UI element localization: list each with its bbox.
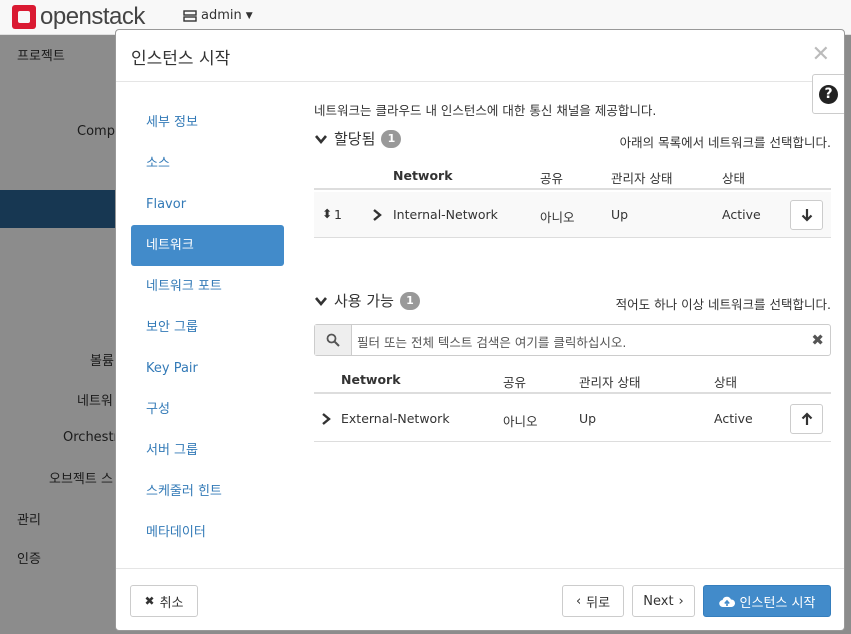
step-description: 네트워크는 클라우드 내 인스턴스에 대한 통신 채널을 제공합니다. bbox=[314, 103, 657, 118]
available-hint: 적어도 하나 이상 네트워크를 선택합니다. bbox=[615, 297, 831, 312]
search-field[interactable]: 필터 또는 전체 텍스트 검색은 여기를 클릭하십시오. ✖ bbox=[314, 324, 831, 356]
allocated-title-group: 할당됨 1 bbox=[314, 128, 402, 149]
help-button[interactable]: ? bbox=[812, 74, 844, 114]
available-table-header: Network 공유 관리자 상태 상태 bbox=[314, 364, 831, 394]
openstack-logo[interactable]: openstack bbox=[12, 3, 145, 30]
drag-handle-icon[interactable]: ⬍ bbox=[322, 206, 332, 221]
arrow-up-icon bbox=[801, 412, 812, 425]
clear-search-icon[interactable]: ✖ bbox=[811, 331, 824, 349]
logo-text: openstack bbox=[40, 3, 145, 30]
project-selector[interactable]: admin ▼ bbox=[183, 8, 253, 23]
nav-item-scheduler-hints[interactable]: 스케줄러 힌트 bbox=[131, 471, 284, 512]
available-title-group: 사용 가능 1 bbox=[314, 290, 420, 311]
modal-header: 인스턴스 시작 ✕ bbox=[116, 30, 844, 82]
search-addon bbox=[315, 325, 352, 355]
chevron-right-icon[interactable] bbox=[372, 208, 382, 222]
chevron-left-icon: ‹ bbox=[575, 593, 582, 609]
chevron-down-icon bbox=[315, 296, 327, 306]
back-button[interactable]: ‹ 뒤로 bbox=[562, 585, 624, 617]
row-status: Active bbox=[722, 207, 761, 222]
col-status[interactable]: 상태 bbox=[722, 168, 745, 187]
table-row: ⬍ 1 Internal-Network 아니오 Up Active bbox=[314, 192, 831, 238]
nav-item-key-pair[interactable]: Key Pair bbox=[131, 348, 284, 389]
row-admin-state: Up bbox=[579, 411, 597, 426]
available-title: 사용 가능 bbox=[334, 292, 394, 310]
allocated-hint: 아래의 목록에서 네트워크를 선택합니다. bbox=[619, 135, 831, 150]
row-network: Internal-Network bbox=[393, 207, 498, 222]
nav-item-networks[interactable]: 네트워크 bbox=[131, 225, 284, 266]
col-admin-state[interactable]: 관리자 상태 bbox=[611, 168, 672, 187]
close-icon[interactable]: ✕ bbox=[812, 42, 830, 67]
arrow-down-icon bbox=[801, 209, 812, 222]
col-shared[interactable]: 공유 bbox=[503, 372, 526, 391]
modal-footer: ✖ 취소 ‹ 뒤로 Next › 인스턴스 시작 bbox=[116, 568, 844, 630]
table-row: External-Network 아니오 Up Active bbox=[314, 396, 831, 442]
nav-item-source[interactable]: 소스 bbox=[131, 143, 284, 184]
col-status[interactable]: 상태 bbox=[714, 372, 737, 391]
allocated-title: 할당됨 bbox=[334, 130, 376, 148]
allocated-count-badge: 1 bbox=[381, 129, 402, 148]
chevron-right-icon: › bbox=[678, 593, 684, 609]
row-admin-state: Up bbox=[611, 207, 629, 222]
nav-item-configuration[interactable]: 구성 bbox=[131, 389, 284, 430]
cancel-label: 취소 bbox=[159, 595, 184, 611]
row-status: Active bbox=[714, 411, 753, 426]
launch-label: 인스턴스 시작 bbox=[739, 595, 816, 611]
col-admin-state[interactable]: 관리자 상태 bbox=[579, 372, 640, 391]
available-section-header[interactable]: 사용 가능 1 적어도 하나 이상 네트워크를 선택합니다. bbox=[314, 290, 831, 314]
launch-instance-button[interactable]: 인스턴스 시작 bbox=[703, 585, 831, 617]
chevron-right-icon[interactable] bbox=[321, 412, 331, 426]
close-icon: ✖ bbox=[144, 594, 155, 608]
project-selector-label: admin bbox=[201, 8, 242, 23]
row-order: 1 bbox=[334, 207, 342, 222]
launch-instance-modal: 인스턴스 시작 ✕ ? 세부 정보 소스 Flavor 네트워크 네트워크 포트… bbox=[115, 29, 845, 631]
caret-down-icon: ▼ bbox=[245, 10, 253, 21]
cloud-upload-icon bbox=[718, 596, 735, 607]
col-shared[interactable]: 공유 bbox=[540, 168, 563, 187]
nav-item-server-groups[interactable]: 서버 그룹 bbox=[131, 430, 284, 471]
nav-item-details[interactable]: 세부 정보 bbox=[131, 102, 284, 143]
search-input[interactable]: 필터 또는 전체 텍스트 검색은 여기를 클릭하십시오. bbox=[357, 332, 626, 351]
available-count-badge: 1 bbox=[399, 291, 420, 310]
col-network[interactable]: Network bbox=[341, 372, 401, 387]
wizard-nav: 세부 정보 소스 Flavor 네트워크 네트워크 포트 보안 그룹 Key P… bbox=[131, 102, 284, 553]
next-label: Next bbox=[643, 593, 674, 609]
allocate-button[interactable] bbox=[790, 404, 823, 434]
nav-item-flavor[interactable]: Flavor bbox=[131, 184, 284, 225]
row-network: External-Network bbox=[341, 411, 450, 426]
openstack-logo-icon bbox=[12, 5, 36, 29]
search-icon bbox=[326, 333, 340, 347]
deallocate-button[interactable] bbox=[790, 200, 823, 230]
allocated-section-header[interactable]: 할당됨 1 아래의 목록에서 네트워크를 선택합니다. bbox=[314, 128, 831, 152]
modal-title: 인스턴스 시작 bbox=[131, 49, 231, 69]
next-button[interactable]: Next › bbox=[632, 585, 695, 617]
question-icon: ? bbox=[819, 84, 838, 104]
back-label: 뒤로 bbox=[586, 595, 611, 611]
col-network[interactable]: Network bbox=[393, 168, 453, 183]
nav-item-security-groups[interactable]: 보안 그룹 bbox=[131, 307, 284, 348]
cancel-button[interactable]: ✖ 취소 bbox=[130, 585, 198, 617]
nav-item-metadata[interactable]: 메타데이터 bbox=[131, 512, 284, 553]
row-shared: 아니오 bbox=[540, 210, 575, 225]
server-icon bbox=[183, 9, 197, 22]
row-shared: 아니오 bbox=[503, 414, 538, 429]
allocated-table-header: Network 공유 관리자 상태 상태 bbox=[314, 160, 831, 190]
nav-item-network-ports[interactable]: 네트워크 포트 bbox=[131, 266, 284, 307]
chevron-down-icon bbox=[315, 134, 327, 144]
